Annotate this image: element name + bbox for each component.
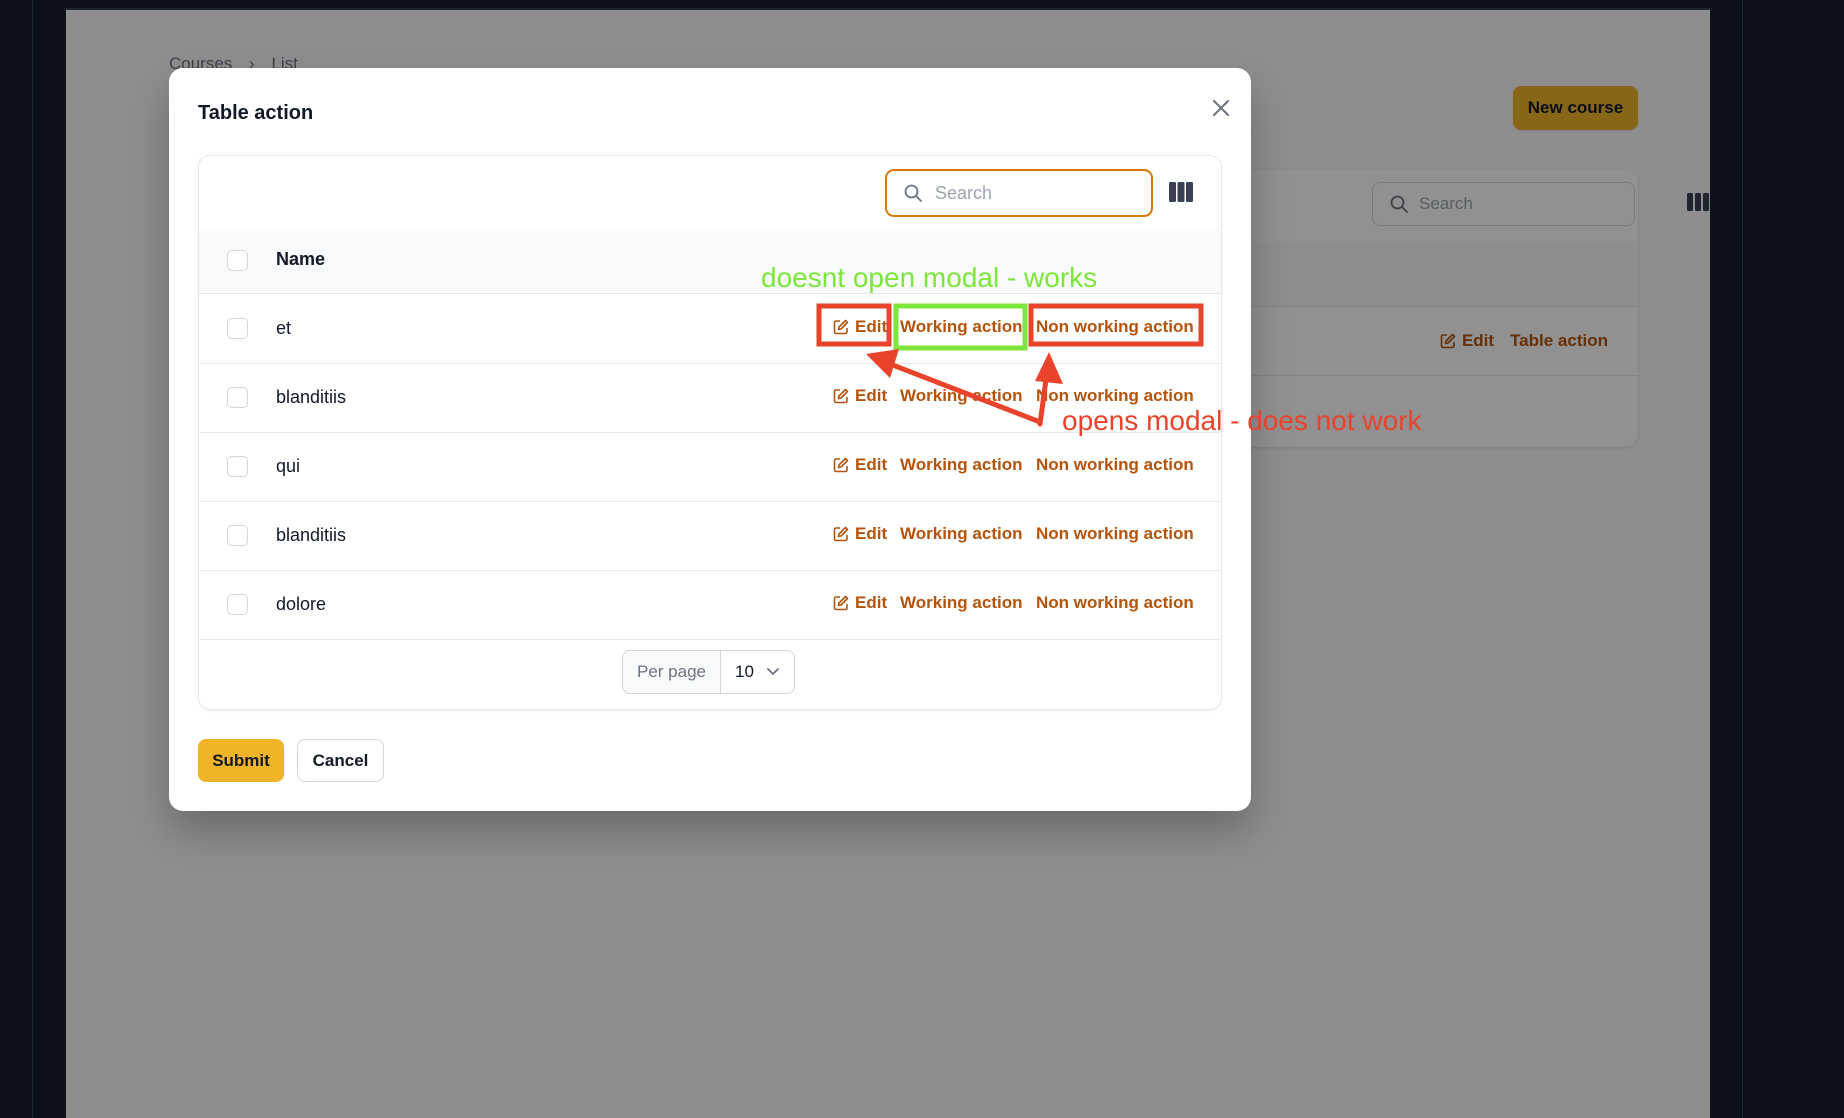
edit-action[interactable]: Edit	[833, 524, 890, 544]
columns-icon[interactable]	[1168, 181, 1194, 203]
per-page-label: Per page	[623, 651, 721, 693]
non-working-action[interactable]: Non working action	[1036, 317, 1194, 337]
submit-button[interactable]: Submit	[198, 739, 284, 782]
working-action[interactable]: Working action	[900, 593, 1028, 613]
row-checkbox[interactable]	[227, 594, 248, 615]
row-name: qui	[276, 456, 301, 476]
non-working-action[interactable]: Non working action	[1036, 455, 1194, 475]
select-all-checkbox[interactable]	[227, 250, 248, 271]
left-frame-line	[32, 0, 33, 1118]
chevron-down-icon	[767, 668, 779, 675]
search-input[interactable]	[933, 181, 1137, 205]
per-page-value: 10	[735, 662, 754, 681]
table-row: qui Edit Working action Non working acti…	[199, 432, 1221, 502]
edit-icon	[833, 319, 849, 335]
row-name: dolore	[276, 594, 327, 614]
per-page-select[interactable]: 10	[721, 651, 794, 693]
annotation-green-note: doesnt open modal - works	[761, 262, 1098, 293]
edit-action[interactable]: Edit	[833, 455, 890, 475]
row-checkbox[interactable]	[227, 387, 248, 408]
search-icon	[904, 184, 922, 202]
table-row: dolore Edit Working action Non working a…	[199, 570, 1221, 640]
row-checkbox[interactable]	[227, 525, 248, 546]
row-name: blanditiis	[276, 387, 347, 407]
edit-label: Edit	[855, 317, 888, 336]
edit-icon	[833, 457, 849, 473]
pagination: Per page 10	[622, 650, 795, 694]
non-working-action[interactable]: Non working action	[1036, 593, 1194, 613]
edit-icon	[833, 388, 849, 404]
search-field[interactable]	[885, 169, 1153, 217]
modal-title: Table action	[198, 102, 314, 124]
working-action[interactable]: Working action	[900, 455, 1028, 475]
edit-action[interactable]: Edit	[833, 386, 890, 406]
non-working-action[interactable]: Non working action	[1036, 524, 1194, 544]
cancel-button[interactable]: Cancel	[297, 739, 384, 782]
edit-icon	[833, 595, 849, 611]
edit-label: Edit	[855, 455, 888, 474]
column-header-name[interactable]: Name	[276, 249, 325, 270]
working-action[interactable]: Working action	[900, 386, 1028, 406]
annotation-red-note: opens modal - does not work	[1062, 405, 1422, 436]
row-name: et	[276, 318, 292, 338]
edit-label: Edit	[855, 386, 888, 405]
table-action-modal: Table action Name et Edit Working action	[169, 68, 1251, 811]
right-frame-line	[1742, 0, 1743, 1118]
table-row: blanditiis Edit Working action Non worki…	[199, 501, 1221, 571]
working-action[interactable]: Working action	[900, 524, 1028, 544]
edit-label: Edit	[855, 524, 888, 543]
edit-label: Edit	[855, 593, 888, 612]
working-action[interactable]: Working action	[900, 317, 1028, 337]
row-checkbox[interactable]	[227, 318, 248, 339]
edit-action[interactable]: Edit	[833, 593, 890, 613]
table-toolbar	[199, 156, 1221, 230]
close-icon[interactable]	[1205, 92, 1237, 124]
non-working-action[interactable]: Non working action	[1036, 386, 1194, 406]
table-row: et Edit Working action Non working actio…	[199, 294, 1221, 364]
row-name: blanditiis	[276, 525, 347, 545]
edit-action[interactable]: Edit	[833, 317, 890, 337]
row-checkbox[interactable]	[227, 456, 248, 477]
edit-icon	[833, 526, 849, 542]
